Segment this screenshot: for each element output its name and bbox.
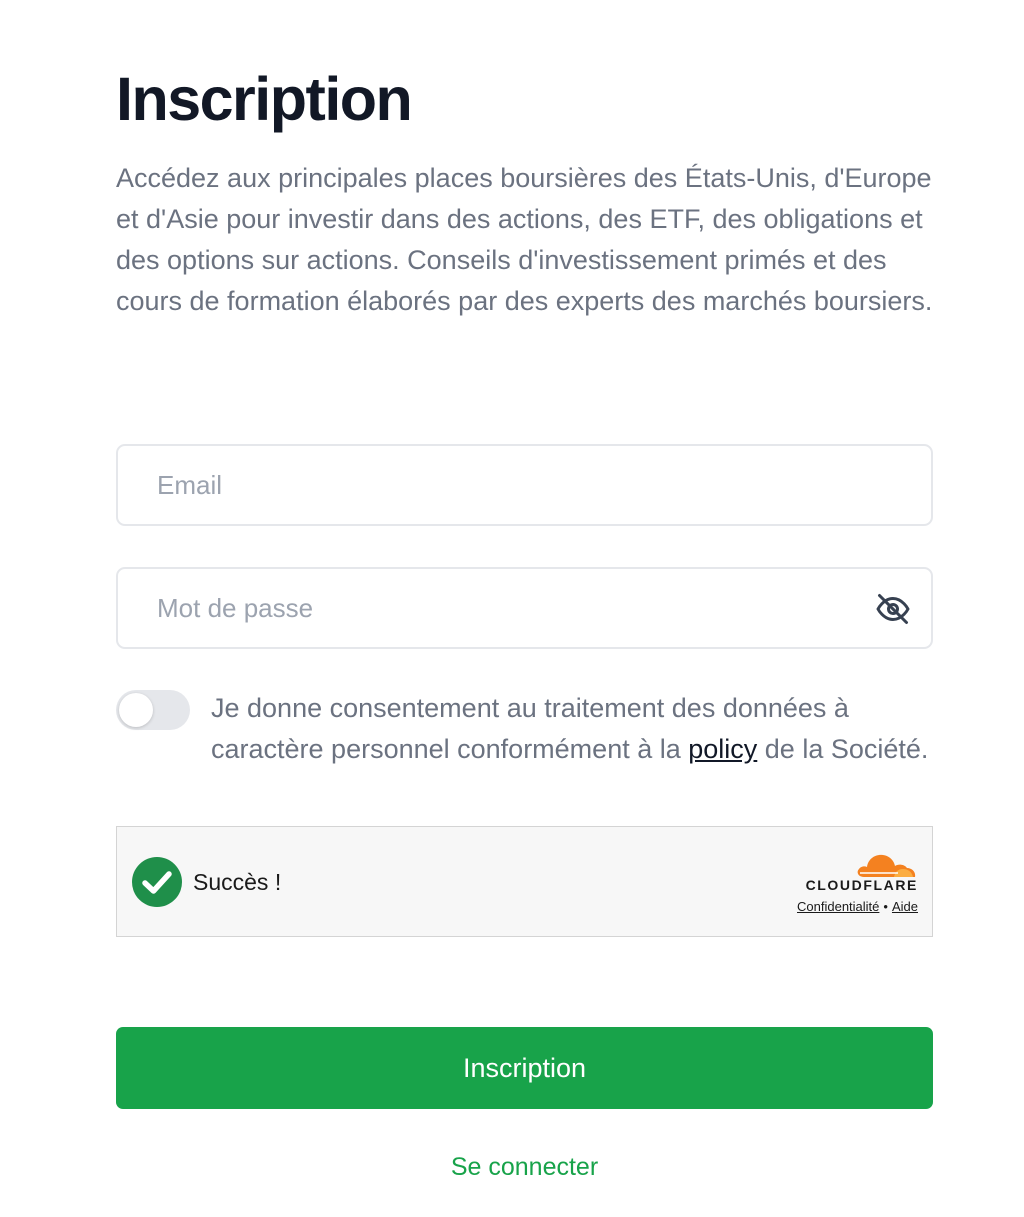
cloudflare-logo: CLOUDFLARE Confidentialité • Aide — [788, 845, 918, 915]
help-link[interactable]: Aide — [892, 899, 918, 914]
privacy-link[interactable]: Confidentialité — [797, 899, 879, 914]
link-separator: • — [883, 899, 888, 914]
email-input[interactable] — [118, 446, 931, 524]
page-description: Accédez aux principales places boursière… — [116, 163, 933, 316]
consent-text: Je donne consentement au traitement des … — [211, 688, 931, 770]
toggle-knob — [119, 693, 153, 727]
login-link[interactable]: Se connecter — [116, 1150, 933, 1184]
eye-slash-icon[interactable] — [875, 591, 911, 627]
policy-link[interactable]: policy — [688, 734, 757, 764]
password-input[interactable] — [118, 569, 931, 647]
consent-text-after: de la Société. — [757, 734, 929, 764]
cloudflare-wordmark: CLOUDFLARE — [805, 877, 918, 893]
captcha-status: Succès ! — [193, 869, 282, 895]
email-field[interactable] — [116, 444, 933, 526]
page-title: Inscription — [116, 65, 413, 133]
consent-toggle[interactable] — [116, 690, 190, 730]
signup-button[interactable]: Inscription — [116, 1027, 933, 1109]
captcha-links: Confidentialité • Aide — [797, 899, 918, 914]
cloudflare-cloud-icon — [854, 845, 918, 879]
check-circle-icon — [131, 856, 183, 908]
password-field[interactable] — [116, 567, 933, 649]
captcha-widget: Succès ! CLOUDFLARE Confidentialité • Aide — [116, 826, 933, 937]
